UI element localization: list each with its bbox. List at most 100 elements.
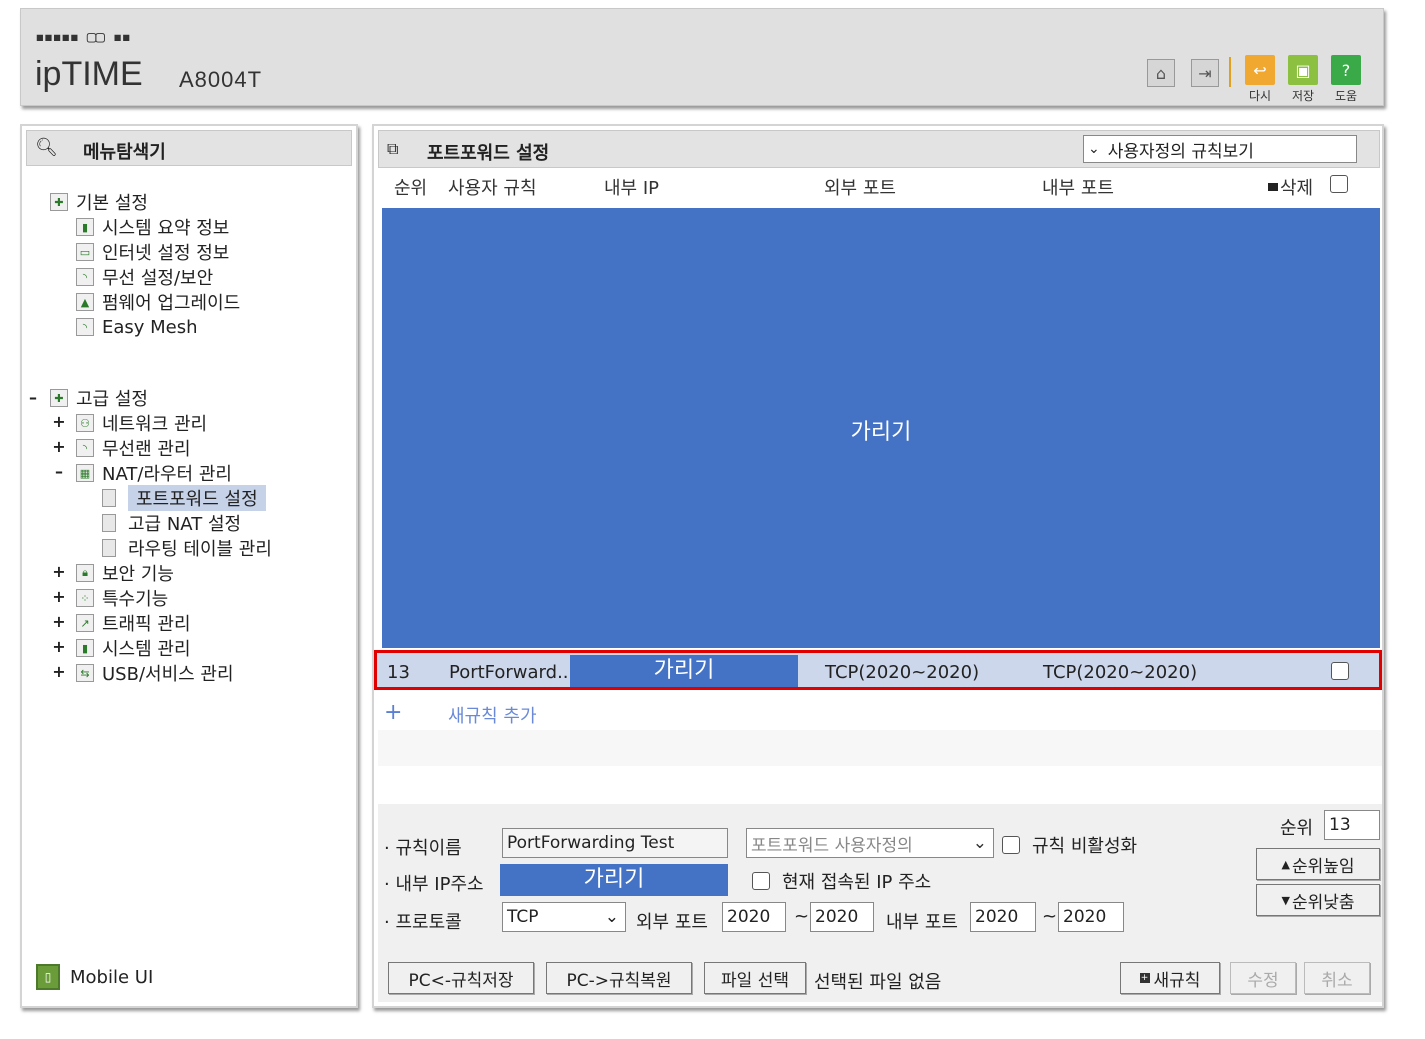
- menu-explorer: 🔍︎ 메뉴탐색기 ✚ 기본 설정 ▮ 시스템 요약 정보 ▭ 인터넷 설정 정보…: [20, 124, 358, 1008]
- mobile-ui-link[interactable]: ▯ Mobile UI: [36, 964, 153, 990]
- tree-advanced-settings[interactable]: ✚ 고급 설정: [50, 386, 148, 410]
- col-delete-label: 삭제: [1280, 178, 1314, 199]
- menu-explorer-header: 🔍︎ 메뉴탐색기: [26, 130, 352, 166]
- tree-item-nat[interactable]: ▦ NAT/라우터 관리: [76, 461, 232, 485]
- rule-name-input[interactable]: PortForwarding Test: [502, 828, 728, 858]
- page-title: 포트포워드 설정: [427, 143, 550, 164]
- tree-item-firmware[interactable]: ▲ 펌웨어 업그레이드: [76, 290, 240, 314]
- row-internal-port: TCP(2020~2020): [1043, 662, 1198, 683]
- tree-item-wlan[interactable]: ◝ 무선랜 관리: [76, 436, 191, 460]
- tree-label: 라우팅 테이블 관리: [128, 539, 272, 560]
- tree-basic-settings[interactable]: ✚ 기본 설정: [50, 190, 148, 214]
- tree-item-port-forward[interactable]: 포트포워드 설정: [102, 485, 266, 511]
- restore-from-pc-button[interactable]: PC->규칙복원: [546, 962, 692, 994]
- save-to-pc-button[interactable]: PC<-규칙저장: [388, 962, 534, 994]
- header: ▪▪▪▪▪ ▢▢ ▪▪ ipTIME A8004T ⌂ ⇥ ↩ 다시 ▣ 저장 …: [20, 8, 1384, 106]
- tree-item-advanced-nat[interactable]: 고급 NAT 설정: [102, 511, 241, 535]
- tree-label: 무선 설정/보안: [102, 268, 214, 289]
- tree-item-special[interactable]: ⁘ 특수기능: [76, 586, 168, 610]
- order-input[interactable]: 13: [1324, 810, 1380, 840]
- file-select-button[interactable]: 파일 선택: [704, 962, 806, 994]
- tree-item-usb[interactable]: ⇆ USB/서비스 관리: [76, 661, 234, 685]
- menu-explorer-title: 메뉴탐색기: [83, 142, 166, 163]
- protocol-label: · 프로토콜: [384, 912, 462, 933]
- panel-header: ⧉ 포트포워드 설정 ⌄ 사용자정의 규칙보기: [378, 130, 1380, 168]
- tree-label: 기본 설정: [76, 193, 148, 214]
- collapse-toggle[interactable]: –: [26, 388, 40, 407]
- expand-toggle[interactable]: +: [52, 412, 66, 431]
- tree-item-network[interactable]: ⚇ 네트워크 관리: [76, 411, 207, 435]
- tree-item-routing-table[interactable]: 라우팅 테이블 관리: [102, 536, 272, 560]
- current-ip-label: 현재 접속된 IP 주소: [782, 872, 932, 893]
- tilde: ~: [794, 906, 810, 927]
- disable-rule-checkbox[interactable]: [1002, 836, 1020, 854]
- mobile-icon: ▯: [36, 964, 60, 990]
- divider: [1229, 57, 1231, 87]
- router-icon: ▦: [76, 464, 94, 482]
- tree-label: 고급 NAT 설정: [128, 514, 242, 535]
- new-rule-button[interactable]: + 새규칙: [1120, 962, 1220, 994]
- lower-order-label: 순위낮춤: [1291, 892, 1355, 913]
- home-icon[interactable]: ⌂: [1147, 59, 1175, 87]
- external-port-to[interactable]: 2020: [810, 902, 874, 932]
- expand-toggle[interactable]: +: [52, 637, 66, 656]
- redo-icon[interactable]: ↩: [1245, 55, 1275, 85]
- expand-toggle[interactable]: +: [52, 587, 66, 606]
- rule-name-label: · 규칙이름: [384, 838, 462, 859]
- row-rule-name: PortForward...: [449, 662, 575, 683]
- folder-icon: ✚: [50, 193, 68, 211]
- tree-item-system-manage[interactable]: ▮ 시스템 관리: [76, 636, 191, 660]
- expand-toggle[interactable]: +: [52, 612, 66, 631]
- chevron-down-icon: ⌄: [1088, 141, 1100, 157]
- collapse-toggle[interactable]: –: [52, 462, 66, 481]
- tree-label-selected: 포트포워드 설정: [128, 485, 266, 511]
- add-rule-link[interactable]: 새규칙 추가: [448, 702, 537, 728]
- chevron-down-icon: ⌄: [972, 833, 987, 853]
- empty-row: [378, 730, 1382, 766]
- help-label: 도움: [1334, 89, 1358, 103]
- col-internal-port: 내부 포트: [1042, 178, 1114, 199]
- lower-order-button[interactable]: ▼ 순위낮춤: [1256, 884, 1380, 916]
- tree-item-easy-mesh[interactable]: ◝ Easy Mesh: [76, 315, 198, 339]
- save-label: 저장: [1291, 89, 1315, 103]
- save-icon[interactable]: ▣: [1288, 55, 1318, 85]
- external-port-from[interactable]: 2020: [722, 902, 786, 932]
- logout-icon[interactable]: ⇥: [1191, 59, 1219, 87]
- tilde: ~: [1042, 906, 1058, 927]
- cancel-button[interactable]: 취소: [1304, 962, 1370, 994]
- wifi-icon: ◝: [76, 268, 94, 286]
- triangle-up-icon: ▲: [1281, 857, 1290, 871]
- select-all-checkbox[interactable]: [1330, 175, 1348, 193]
- expand-toggle[interactable]: +: [52, 437, 66, 456]
- internal-ip-redaction: 가리기: [500, 864, 728, 896]
- wifi-icon: ◝: [76, 439, 94, 457]
- rule-view-select[interactable]: ⌄ 사용자정의 규칙보기: [1083, 135, 1357, 163]
- tree-label: Easy Mesh: [102, 316, 198, 338]
- raise-order-button[interactable]: ▲ 순위높임: [1256, 848, 1380, 880]
- tree-label: 인터넷 설정 정보: [102, 243, 230, 264]
- tree-label: 펌웨어 업그레이드: [102, 293, 241, 314]
- upgrade-icon: ▲: [76, 293, 94, 311]
- internal-port-from[interactable]: 2020: [970, 902, 1036, 932]
- tree-label: 시스템 관리: [102, 639, 191, 660]
- expand-toggle[interactable]: +: [52, 562, 66, 581]
- internal-port-to[interactable]: 2020: [1058, 902, 1124, 932]
- protocol-value: TCP: [507, 907, 539, 927]
- rule-view-value: 사용자정의 규칙보기: [1107, 141, 1254, 162]
- preset-select[interactable]: 포트포워드 사용자정의 ⌄: [746, 828, 994, 858]
- modify-button[interactable]: 수정: [1230, 962, 1296, 994]
- tree-item-traffic[interactable]: ↗ 트래픽 관리: [76, 611, 191, 635]
- tree-item-security[interactable]: 🔒︎ 보안 기능: [76, 561, 174, 585]
- tree-item-wireless[interactable]: ◝ 무선 설정/보안: [76, 265, 213, 289]
- plus-icon[interactable]: +: [384, 700, 402, 725]
- protocol-select[interactable]: TCP ⌄: [502, 902, 626, 932]
- row-delete-checkbox[interactable]: [1331, 662, 1349, 680]
- row-order: 13: [387, 662, 410, 683]
- help-icon[interactable]: ?: [1331, 55, 1361, 85]
- current-ip-checkbox[interactable]: [752, 872, 770, 890]
- tree-item-system-summary[interactable]: ▮ 시스템 요약 정보: [76, 215, 229, 239]
- tree-item-internet-info[interactable]: ▭ 인터넷 설정 정보: [76, 240, 229, 264]
- network-icon: ⚇: [76, 414, 94, 432]
- expand-toggle[interactable]: +: [52, 662, 66, 681]
- table-row[interactable]: 13 PortForward... 가리기 TCP(2020~2020) TCP…: [374, 650, 1382, 690]
